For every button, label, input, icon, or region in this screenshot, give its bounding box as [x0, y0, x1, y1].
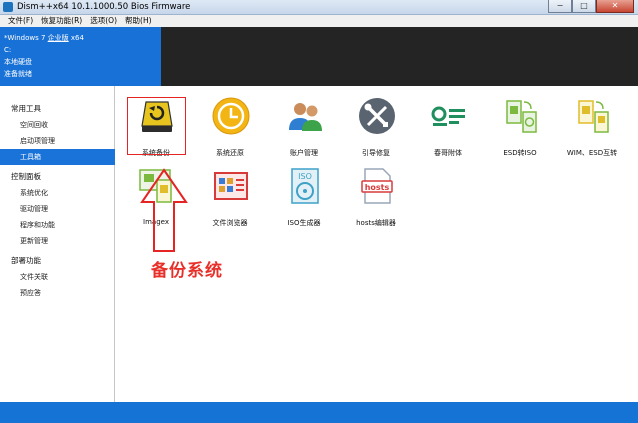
toolbox-grid: 系统备份 系统还原 账户管理 引导修复 春哥附体 ESD转ISO WIM、ESD… — [116, 86, 633, 402]
sidebar-item-file-association[interactable]: 文件关联 — [0, 269, 114, 285]
sidebar-group-control-panel: 控制面板 — [11, 172, 41, 181]
iso-disc-icon: ISO — [291, 168, 319, 204]
tool-label: 账户管理 — [290, 149, 318, 157]
hosts-file-icon: hosts — [361, 168, 393, 204]
tool-label: 春哥附体 — [434, 149, 462, 157]
os-name: *Windows 7 企业版 x64 — [4, 32, 157, 44]
window-title: Dism++x64 10.1.1000.50 Bios Firmware — [17, 2, 191, 12]
session-status: 准备就绪 — [4, 70, 32, 78]
os-prefix: *Windows 7 — [4, 34, 48, 42]
menu-file[interactable]: 文件(F) — [4, 15, 37, 27]
sidebar-group-common-tools: 常用工具 — [11, 104, 41, 113]
menu-help[interactable]: 帮助(H) — [121, 15, 156, 27]
tool-admin-takeover[interactable]: 春哥附体 — [414, 96, 482, 160]
session-info-panel[interactable]: *Windows 7 企业版 x64 C: 本地硬盘 准备就绪 — [0, 27, 161, 86]
sidebar-group-deploy: 部署功能 — [11, 256, 41, 265]
tool-iso-generator[interactable]: ISO ISO生成器 — [270, 166, 338, 230]
tool-system-restore[interactable]: 系统还原 — [196, 96, 264, 160]
iso-text: ISO — [298, 172, 312, 181]
sidebar-item-unattend[interactable]: 预应答 — [0, 285, 114, 301]
menu-options[interactable]: 选项(O) — [86, 15, 121, 27]
sidebar-item-system-optimize[interactable]: 系统优化 — [0, 185, 114, 201]
restore-clock-icon — [212, 97, 250, 135]
tool-boot-repair[interactable]: 引导修复 — [342, 96, 410, 160]
highlight-box — [127, 97, 186, 155]
sidebar-item-space-cleanup[interactable]: 空间回收 — [0, 117, 114, 133]
hosts-text: hosts — [365, 183, 390, 192]
wrench-screwdriver-icon — [359, 98, 395, 134]
menu-recovery[interactable]: 恢复功能(R) — [37, 15, 86, 27]
tool-hosts-editor[interactable]: hosts hosts编辑器 — [342, 166, 410, 230]
esd-iso-icon — [506, 100, 537, 133]
sidebar-item-driver-manager[interactable]: 驱动管理 — [0, 201, 114, 217]
tool-file-browser[interactable]: 文件浏览器 — [196, 166, 264, 230]
wim-esd-icon — [578, 100, 609, 133]
tool-label: hosts编辑器 — [356, 219, 396, 227]
menu-bar: 文件(F) 恢复功能(R) 选项(O) 帮助(H) — [0, 15, 638, 27]
sidebar: 常用工具 空间回收 启动项管理 工具箱 控制面板 系统优化 驱动管理 程序和功能… — [0, 86, 115, 402]
annotation-up-arrow — [140, 168, 188, 252]
tool-label: 系统还原 — [216, 149, 244, 157]
tool-label: WIM、ESD互转 — [566, 149, 618, 157]
os-arch: x64 — [68, 34, 84, 42]
admin-toggle-icon — [431, 106, 465, 126]
tool-label: ISO生成器 — [287, 219, 321, 227]
window-controls: − □ ✕ — [548, 0, 634, 13]
disk-type: 本地硬盘 — [4, 58, 32, 66]
tool-label: 文件浏览器 — [212, 219, 248, 227]
close-button[interactable]: ✕ — [596, 0, 634, 13]
sidebar-item-toolbox[interactable]: 工具箱 — [0, 149, 115, 165]
sidebar-item-programs[interactable]: 程序和功能 — [0, 217, 114, 233]
sidebar-item-update-manager[interactable]: 更新管理 — [0, 233, 114, 249]
tool-account-manager[interactable]: 账户管理 — [270, 96, 338, 160]
maximize-button[interactable]: □ — [572, 0, 596, 13]
file-browser-icon — [214, 172, 248, 200]
session-list-area — [161, 27, 638, 86]
annotation-caption: 备份系统 — [151, 261, 223, 281]
tool-label: 引导修复 — [362, 149, 390, 157]
drive-letter: C: — [4, 46, 12, 54]
tool-label: ESD转ISO — [503, 149, 537, 157]
tool-esd-to-iso[interactable]: ESD转ISO — [486, 96, 554, 160]
tool-wim-esd-convert[interactable]: WIM、ESD互转 — [558, 96, 626, 160]
users-icon — [289, 103, 322, 131]
app-icon — [3, 2, 13, 12]
minimize-button[interactable]: − — [548, 0, 572, 13]
sidebar-item-startup-manager[interactable]: 启动项管理 — [0, 133, 114, 149]
title-bar: Dism++x64 10.1.1000.50 Bios Firmware − □… — [0, 0, 638, 15]
os-edition: 企业版 — [47, 34, 69, 42]
status-bar — [0, 402, 638, 423]
